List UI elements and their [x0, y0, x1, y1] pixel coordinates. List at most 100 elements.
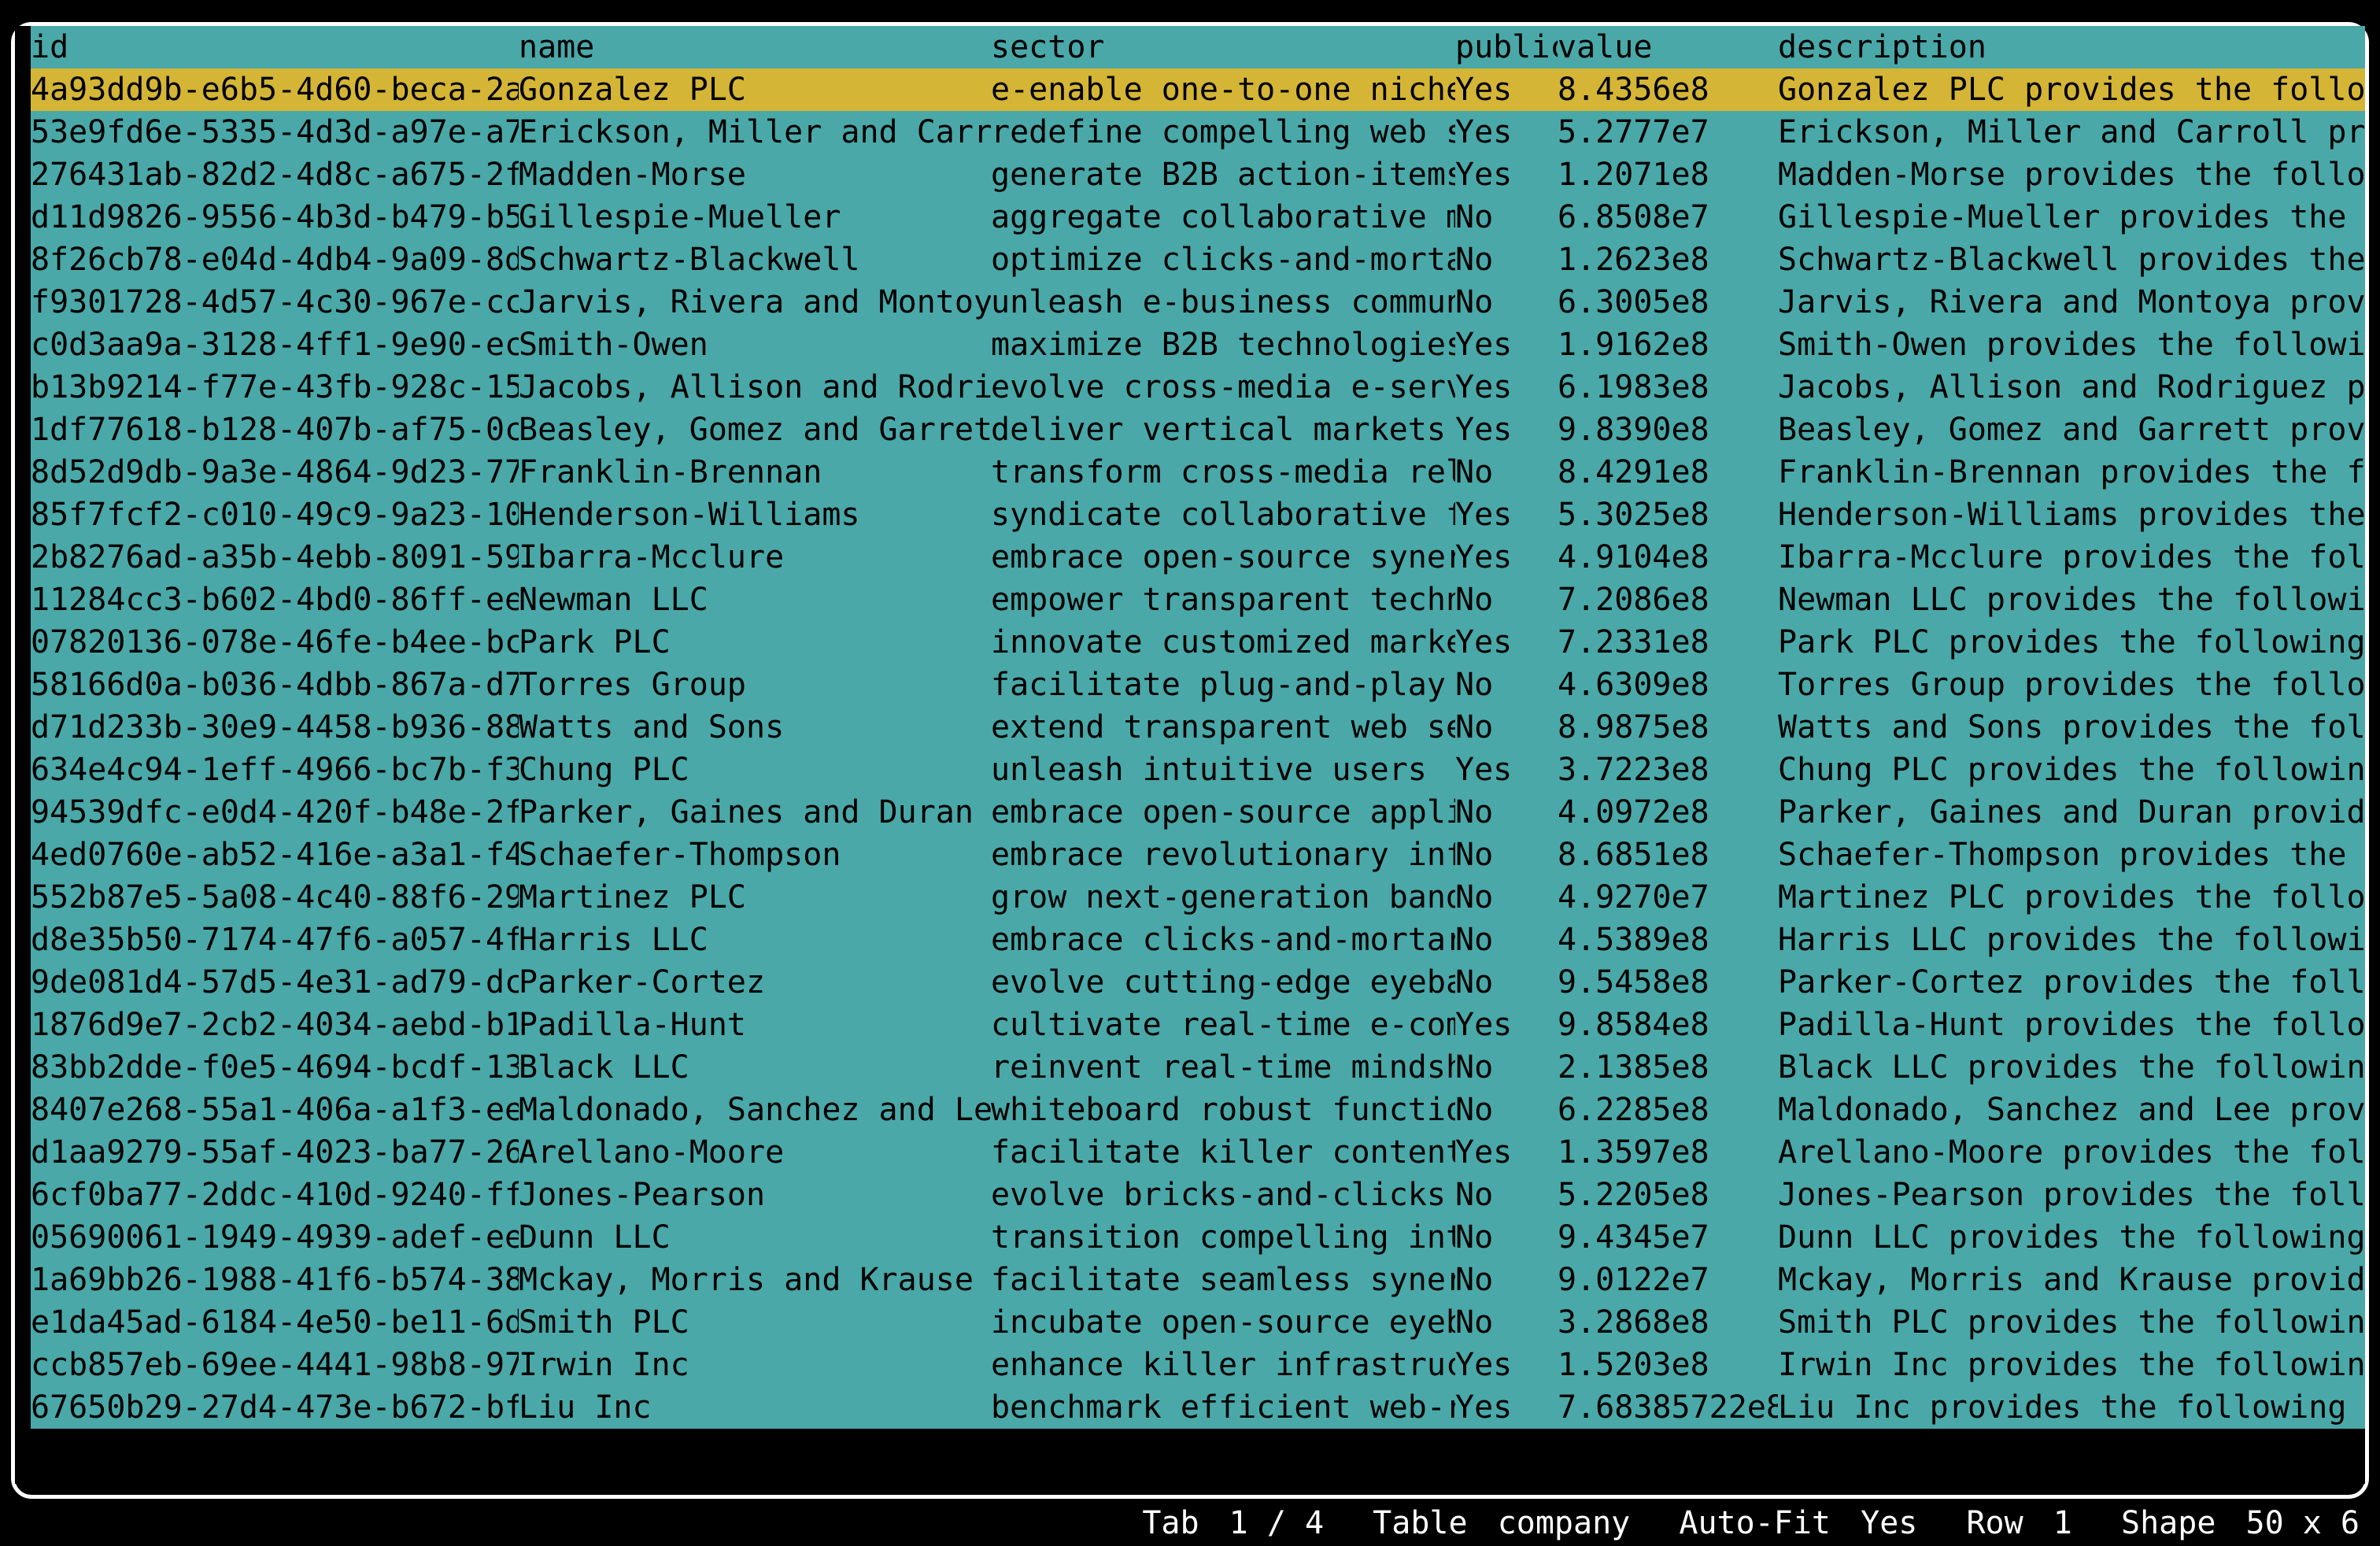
- cell-description[interactable]: Irwin Inc provides the following servi: [1778, 1344, 2365, 1386]
- cell-description[interactable]: Maldonado, Sanchez and Lee provides th: [1778, 1089, 2365, 1131]
- column-header-description[interactable]: description: [1778, 26, 2365, 68]
- cell-public[interactable]: No: [1455, 1216, 1558, 1259]
- cell-public[interactable]: No: [1455, 1301, 1558, 1344]
- cell-sector[interactable]: maximize B2B technologies: [991, 324, 1455, 366]
- cell-name[interactable]: Erickson, Miller and Carroll: [519, 111, 991, 153]
- cell-name[interactable]: Martinez PLC: [519, 876, 991, 919]
- cell-description[interactable]: Arellano-Moore provides the following: [1778, 1131, 2365, 1174]
- cell-description[interactable]: Gillespie-Mueller provides the followi: [1778, 196, 2365, 239]
- cell-id[interactable]: 07820136-078e-46fe-b4ee-bc2f5: [31, 621, 519, 664]
- cell-value[interactable]: 7.2331e8: [1558, 621, 1778, 664]
- cell-public[interactable]: Yes: [1455, 153, 1558, 196]
- table-row[interactable]: 8f26cb78-e04d-4db4-9a09-8d3f6Schwartz-Bl…: [31, 239, 2365, 281]
- cell-name[interactable]: Padilla-Hunt: [519, 1004, 991, 1046]
- cell-value[interactable]: 3.2868e8: [1558, 1301, 1778, 1344]
- cell-name[interactable]: Irwin Inc: [519, 1344, 991, 1386]
- table-row[interactable]: 11284cc3-b602-4bd0-86ff-eeed9Newman LLCe…: [31, 579, 2365, 621]
- table-row[interactable]: d71d233b-30e9-4458-b936-883ceWatts and S…: [31, 706, 2365, 749]
- cell-sector[interactable]: innovate customized markets: [991, 621, 1455, 664]
- cell-value[interactable]: 9.0122e7: [1558, 1259, 1778, 1301]
- cell-value[interactable]: 7.68385722e8: [1558, 1386, 1778, 1429]
- cell-id[interactable]: e1da45ad-6184-4e50-be11-6d007: [31, 1301, 519, 1344]
- cell-value[interactable]: 1.5203e8: [1558, 1344, 1778, 1386]
- cell-value[interactable]: 9.5458e8: [1558, 961, 1778, 1004]
- table-row[interactable]: 8d52d9db-9a3e-4864-9d23-77fe6 Franklin-Br…: [31, 451, 2365, 494]
- cell-public[interactable]: Yes: [1455, 1131, 1558, 1174]
- cell-sector[interactable]: extend transparent web servic: [991, 706, 1455, 749]
- cell-sector[interactable]: facilitate killer content: [991, 1131, 1455, 1174]
- cell-sector[interactable]: embrace open-source synergies: [991, 536, 1455, 579]
- cell-value[interactable]: 1.2071e8: [1558, 153, 1778, 196]
- cell-sector[interactable]: cultivate real-time e-commerc: [991, 1004, 1455, 1046]
- cell-sector[interactable]: whiteboard robust functionali: [991, 1089, 1455, 1131]
- cell-name[interactable]: Arellano-Moore: [519, 1131, 991, 1174]
- cell-name[interactable]: Park PLC: [519, 621, 991, 664]
- cell-sector[interactable]: embrace clicks-and-mortar com: [991, 919, 1455, 961]
- cell-value[interactable]: 1.9162e8: [1558, 324, 1778, 366]
- table-row[interactable]: e1da45ad-6184-4e50-be11-6d007Smith PLCin…: [31, 1301, 2365, 1344]
- table-row[interactable]: 94539dfc-e0d4-420f-b48e-2fe51Parker, Gai…: [31, 791, 2365, 834]
- cell-name[interactable]: Watts and Sons: [519, 706, 991, 749]
- cell-value[interactable]: 5.2205e8: [1558, 1174, 1778, 1216]
- cell-value[interactable]: 8.4291e8: [1558, 451, 1778, 494]
- table-row[interactable]: d11d9826-9556-4b3d-b479-b5cb9Gillespie-M…: [31, 196, 2365, 239]
- table-row[interactable]: d8e35b50-7174-47f6-a057-4f4b6Harris LLCe…: [31, 919, 2365, 961]
- cell-name[interactable]: Ibarra-Mcclure: [519, 536, 991, 579]
- cell-sector[interactable]: benchmark efficient web-readi: [991, 1386, 1455, 1429]
- cell-public[interactable]: No: [1455, 196, 1558, 239]
- cell-value[interactable]: 5.2777e7: [1558, 111, 1778, 153]
- cell-description[interactable]: Jones-Pearson provides the following s: [1778, 1174, 2365, 1216]
- cell-id[interactable]: 53e9fd6e-5335-4d3d-a97e-a723b: [31, 111, 519, 153]
- cell-description[interactable]: Smith-Owen provides the following serv: [1778, 324, 2365, 366]
- cell-description[interactable]: Franklin-Brennan provides the followin: [1778, 451, 2365, 494]
- cell-description[interactable]: Dunn LLC provides the following servic: [1778, 1216, 2365, 1259]
- cell-value[interactable]: 9.8584e8: [1558, 1004, 1778, 1046]
- cell-id[interactable]: 8407e268-55a1-406a-a1f3-ee800: [31, 1089, 519, 1131]
- cell-value[interactable]: 4.5389e8: [1558, 919, 1778, 961]
- cell-value[interactable]: 4.6309e8: [1558, 664, 1778, 706]
- cell-name[interactable]: Mckay, Morris and Krause: [519, 1259, 991, 1301]
- table-row[interactable]: 9de081d4-57d5-4e31-ad79-dcb22Parker-Cort…: [31, 961, 2365, 1004]
- cell-sector[interactable]: reinvent real-time mindshare: [991, 1046, 1455, 1089]
- cell-description[interactable]: Schwartz-Blackwell provides the follow: [1778, 239, 2365, 281]
- cell-value[interactable]: 8.9875e8: [1558, 706, 1778, 749]
- cell-value[interactable]: 4.0972e8: [1558, 791, 1778, 834]
- cell-value[interactable]: 4.9104e8: [1558, 536, 1778, 579]
- cell-name[interactable]: Jones-Pearson: [519, 1174, 991, 1216]
- cell-public[interactable]: Yes: [1455, 324, 1558, 366]
- cell-value[interactable]: 3.7223e8: [1558, 749, 1778, 791]
- cell-sector[interactable]: embrace revolutionary infrast: [991, 834, 1455, 876]
- cell-id[interactable]: d71d233b-30e9-4458-b936-883ce: [31, 706, 519, 749]
- cell-value[interactable]: 4.9270e7: [1558, 876, 1778, 919]
- cell-sector[interactable]: syndicate collaborative funct: [991, 494, 1455, 536]
- cell-id[interactable]: 4a93dd9b-e6b5-4d60-beca-2a2ad: [31, 68, 519, 111]
- cell-name[interactable]: Jarvis, Rivera and Montoya: [519, 281, 991, 324]
- cell-description[interactable]: Watts and Sons provides the following: [1778, 706, 2365, 749]
- table-row[interactable]: b13b9214-f77e-43fb-928c-157b8Jacobs, All…: [31, 366, 2365, 409]
- cell-description[interactable]: Henderson-Williams provides the follow: [1778, 494, 2365, 536]
- cell-value[interactable]: 8.6851e8: [1558, 834, 1778, 876]
- cell-id[interactable]: 2b8276ad-a35b-4ebb-8091-596e5: [31, 536, 519, 579]
- cell-description[interactable]: Mckay, Morris and Krause provides the: [1778, 1259, 2365, 1301]
- table-row[interactable]: 05690061-1949-4939-adef-ee23dDunn LLCtra…: [31, 1216, 2365, 1259]
- cell-id[interactable]: 4ed0760e-ab52-416e-a3a1-f4598: [31, 834, 519, 876]
- cell-sector[interactable]: unleash intuitive users: [991, 749, 1455, 791]
- cell-public[interactable]: Yes: [1455, 366, 1558, 409]
- cell-value[interactable]: 6.3005e8: [1558, 281, 1778, 324]
- cell-value[interactable]: 9.4345e7: [1558, 1216, 1778, 1259]
- cell-id[interactable]: 6cf0ba77-2ddc-410d-9240-ffe17: [31, 1174, 519, 1216]
- cell-id[interactable]: 67650b29-27d4-473e-b672-bfb1c: [31, 1386, 519, 1429]
- cell-name[interactable]: Smith-Owen: [519, 324, 991, 366]
- column-header-id[interactable]: id: [31, 26, 519, 68]
- cell-description[interactable]: Jacobs, Allison and Rodriguez provides: [1778, 366, 2365, 409]
- cell-public[interactable]: Yes: [1455, 68, 1558, 111]
- table-row[interactable]: f9301728-4d57-4c30-967e-ccebdJarvis, Riv…: [31, 281, 2365, 324]
- cell-public[interactable]: No: [1455, 791, 1558, 834]
- cell-id[interactable]: 8d52d9db-9a3e-4864-9d23-77fe6: [31, 451, 519, 494]
- cell-sector[interactable]: transition compelling interfa: [991, 1216, 1455, 1259]
- cell-value[interactable]: 5.3025e8: [1558, 494, 1778, 536]
- cell-sector[interactable]: transform cross-media relatio: [991, 451, 1455, 494]
- cell-sector[interactable]: redefine compelling web servi: [991, 111, 1455, 153]
- table-row[interactable]: 67650b29-27d4-473e-b672-bfb1cLiu Incbenc…: [31, 1386, 2365, 1429]
- cell-name[interactable]: Torres Group: [519, 664, 991, 706]
